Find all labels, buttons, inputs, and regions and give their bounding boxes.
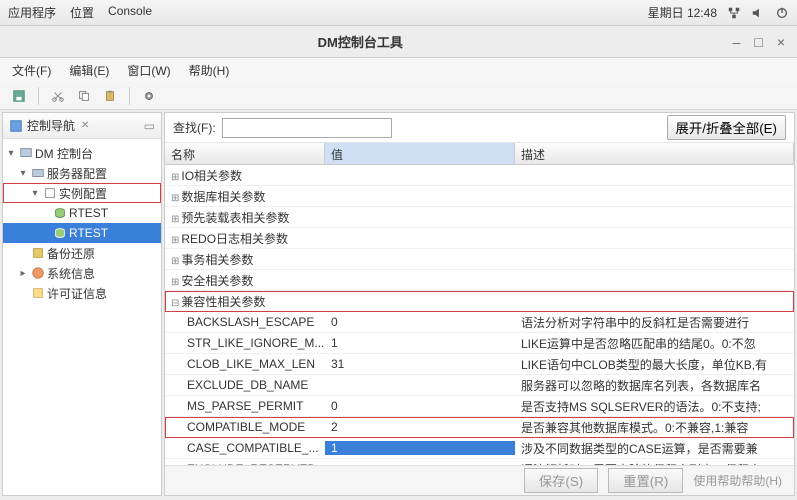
- cat-preload[interactable]: ⊞预先装载表相关参数: [165, 207, 794, 228]
- system-menu-bar: 应用程序 位置 Console 星期日 12:48: [0, 0, 797, 26]
- window-title: DM控制台工具: [0, 32, 721, 51]
- param-name: BACKSLASH_ESCAPE: [165, 315, 325, 329]
- param-desc: 是否兼容其他数据库模式。0:不兼容,1:兼容: [515, 419, 794, 436]
- nav-header: 控制导航 ✕ ▭: [3, 113, 161, 139]
- nav-min-icon[interactable]: ▭: [144, 119, 155, 133]
- param-value[interactable]: 1: [325, 336, 515, 350]
- search-input[interactable]: [222, 118, 392, 138]
- param-value[interactable]: 31: [325, 357, 515, 371]
- param-grid: 名称 值 描述 ⊞IO相关参数 ⊞数据库相关参数 ⊞预先装载表相关参数 ⊞RED…: [165, 143, 794, 465]
- search-label: 查找(F):: [173, 119, 216, 136]
- param-row[interactable]: MS_PARSE_PERMIT0是否支持MS SQLSERVER的语法。0:不支…: [165, 396, 794, 417]
- param-value[interactable]: 0: [325, 399, 515, 413]
- toolbar: [0, 82, 797, 110]
- col-value[interactable]: 值: [325, 143, 515, 164]
- console-icon: [19, 146, 33, 160]
- toolbar-separator: [38, 87, 39, 105]
- cat-sec[interactable]: ⊞安全相关参数: [165, 270, 794, 291]
- param-name: EXCLUDE_DB_NAME: [165, 378, 325, 392]
- menu-help[interactable]: 帮助(H): [189, 62, 230, 79]
- param-desc: 服务器可以忽略的数据库名列表，各数据库名: [515, 377, 794, 394]
- tree-backup[interactable]: 备份还原: [3, 243, 161, 263]
- close-button[interactable]: ×: [777, 34, 785, 50]
- grid-body[interactable]: ⊞IO相关参数 ⊞数据库相关参数 ⊞预先装载表相关参数 ⊞REDO日志相关参数 …: [165, 165, 794, 465]
- save-button[interactable]: 保存(S): [524, 468, 598, 493]
- db-icon: [53, 206, 67, 220]
- tree-license[interactable]: 许可证信息: [3, 283, 161, 303]
- tree-server-config[interactable]: ▾ 服务器配置: [3, 163, 161, 183]
- param-name: STR_LIKE_IGNORE_M...: [165, 336, 325, 350]
- search-row: 查找(F): 展开/折叠全部(E): [165, 113, 794, 143]
- param-row[interactable]: COMPATIBLE_MODE2是否兼容其他数据库模式。0:不兼容,1:兼容: [165, 417, 794, 438]
- param-name: COMPATIBLE_MODE: [165, 420, 325, 434]
- tree-root[interactable]: ▾ DM 控制台: [3, 143, 161, 163]
- expand-collapse-button[interactable]: 展开/折叠全部(E): [667, 115, 786, 140]
- menu-file[interactable]: 文件(F): [12, 62, 51, 79]
- grid-header: 名称 值 描述: [165, 143, 794, 165]
- param-value[interactable]: 1: [325, 441, 515, 455]
- cat-db[interactable]: ⊞数据库相关参数: [165, 186, 794, 207]
- param-name: CLOB_LIKE_MAX_LEN: [165, 357, 325, 371]
- sys-clock: 星期日 12:48: [648, 4, 717, 21]
- param-row[interactable]: BACKSLASH_ESCAPE0语法分析对字符串中的反斜杠是否需要进行: [165, 312, 794, 333]
- minimize-button[interactable]: –: [733, 34, 741, 50]
- nav-title: 控制导航: [27, 117, 75, 134]
- sys-console[interactable]: Console: [108, 4, 152, 21]
- menu-edit[interactable]: 编辑(E): [69, 62, 109, 79]
- param-row[interactable]: CASE_COMPATIBLE_...1涉及不同数据类型的CASE运算，是否需要…: [165, 438, 794, 459]
- toolbar-paste-icon[interactable]: [99, 85, 121, 107]
- tree-sysinfo[interactable]: ▸ 系统信息: [3, 263, 161, 283]
- cat-compat[interactable]: ⊟兼容性相关参数: [165, 291, 794, 312]
- nav-close-icon[interactable]: ✕: [81, 120, 89, 131]
- cat-redo[interactable]: ⊞REDO日志相关参数: [165, 228, 794, 249]
- param-desc: 是否支持MS SQLSERVER的语法。0:不支持;: [515, 398, 794, 415]
- nav-tree: ▾ DM 控制台 ▾ 服务器配置 ▾ 实例配置 RTEST RTEST 备份还: [3, 139, 161, 307]
- cat-tx[interactable]: ⊞事务相关参数: [165, 249, 794, 270]
- param-row[interactable]: STR_LIKE_IGNORE_M...1LIKE运算中是否忽略匹配串的结尾0。…: [165, 333, 794, 354]
- power-icon[interactable]: [775, 6, 789, 20]
- maximize-button[interactable]: □: [754, 34, 762, 50]
- param-name: MS_PARSE_PERMIT: [165, 399, 325, 413]
- toolbar-copy-icon[interactable]: [73, 85, 95, 107]
- window-title-bar: DM控制台工具 – □ ×: [0, 26, 797, 58]
- backup-icon: [31, 246, 45, 260]
- volume-icon[interactable]: [751, 6, 765, 20]
- param-value[interactable]: 0: [325, 315, 515, 329]
- network-icon[interactable]: [727, 6, 741, 20]
- bottom-bar: 保存(S) 重置(R) 使用帮助帮助(H): [165, 465, 794, 495]
- license-icon: [31, 286, 45, 300]
- menu-window[interactable]: 窗口(W): [127, 62, 170, 79]
- param-desc: LIKE语句中CLOB类型的最大长度，单位KB,有: [515, 356, 794, 373]
- param-name: CASE_COMPATIBLE_...: [165, 441, 325, 455]
- col-desc[interactable]: 描述: [515, 143, 794, 164]
- info-icon: [31, 266, 45, 280]
- help-link[interactable]: 使用帮助帮助(H): [693, 472, 782, 489]
- nav-icon: [9, 119, 23, 133]
- param-value[interactable]: 2: [325, 420, 515, 434]
- tree-rtest-2[interactable]: RTEST: [3, 223, 161, 243]
- param-desc: LIKE运算中是否忽略匹配串的结尾0。0:不忽: [515, 335, 794, 352]
- sys-location[interactable]: 位置: [70, 4, 94, 21]
- sys-applications[interactable]: 应用程序: [8, 4, 56, 21]
- param-row[interactable]: CLOB_LIKE_MAX_LEN31LIKE语句中CLOB类型的最大长度，单位…: [165, 354, 794, 375]
- param-row[interactable]: EXCLUDE_DB_NAME 服务器可以忽略的数据库名列表，各数据库名: [165, 375, 794, 396]
- tree-instance-config[interactable]: ▾ 实例配置: [3, 183, 161, 203]
- menu-bar: 文件(F) 编辑(E) 窗口(W) 帮助(H): [0, 58, 797, 82]
- reset-button[interactable]: 重置(R): [608, 468, 683, 493]
- cat-io[interactable]: ⊞IO相关参数: [165, 165, 794, 186]
- param-desc: 语法分析对字符串中的反斜杠是否需要进行: [515, 314, 794, 331]
- db-icon: [53, 226, 67, 240]
- toolbar-save-icon[interactable]: [8, 85, 30, 107]
- nav-panel: 控制导航 ✕ ▭ ▾ DM 控制台 ▾ 服务器配置 ▾ 实例配置 RTEST: [2, 112, 162, 496]
- param-desc: 涉及不同数据类型的CASE运算，是否需要兼: [515, 440, 794, 457]
- config-icon: [43, 186, 57, 200]
- toolbar-gear-icon[interactable]: [138, 85, 160, 107]
- server-icon: [31, 166, 45, 180]
- toolbar-cut-icon[interactable]: [47, 85, 69, 107]
- tree-rtest-1[interactable]: RTEST: [3, 203, 161, 223]
- col-name[interactable]: 名称: [165, 143, 325, 164]
- content-panel: 查找(F): 展开/折叠全部(E) 名称 值 描述 ⊞IO相关参数 ⊞数据库相关…: [164, 112, 795, 496]
- toolbar-separator: [129, 87, 130, 105]
